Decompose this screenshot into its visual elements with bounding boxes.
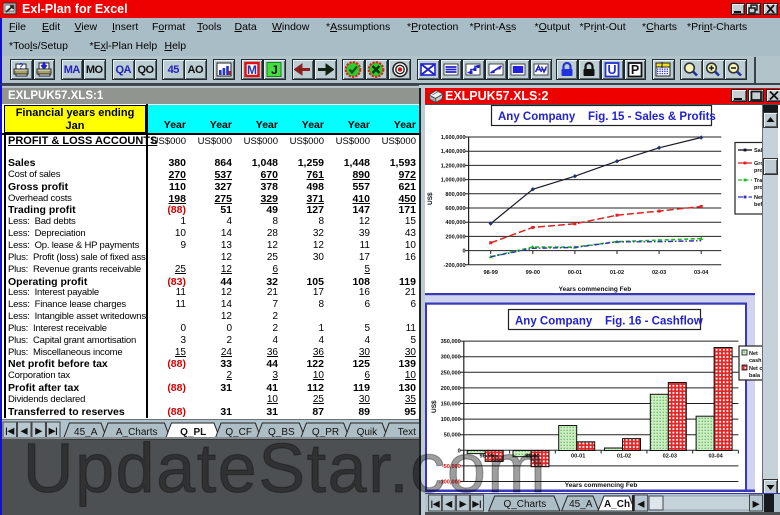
svg-text:02-03: 02-03: [652, 270, 666, 276]
svg-text:Net: Net: [749, 351, 758, 357]
svg-text:J: J: [271, 63, 278, 77]
svg-text:01-02: 01-02: [617, 454, 631, 460]
svg-text:0: 0: [462, 249, 465, 255]
svg-text:Years commencing Feb: Years commencing Feb: [565, 482, 638, 489]
svg-text:1,200,000: 1,200,000: [441, 163, 466, 169]
svg-text:300,000: 300,000: [441, 355, 461, 361]
svg-text:Fig. 15 - Sales & Profits: Fig. 15 - Sales & Profits: [588, 111, 716, 123]
svg-text:02-03: 02-03: [663, 454, 677, 460]
svg-text:200,000: 200,000: [441, 386, 461, 392]
svg-text:US$: US$: [427, 192, 434, 205]
svg-text:P: P: [631, 63, 639, 77]
svg-text:|◀: |◀: [5, 426, 15, 436]
svg-text:100,000: 100,000: [441, 417, 461, 423]
svg-text:1,000,000: 1,000,000: [441, 178, 466, 184]
svg-text:45_A: 45_A: [569, 499, 593, 510]
svg-text:250,000: 250,000: [441, 370, 461, 376]
svg-text:00-01: 00-01: [571, 454, 585, 460]
svg-text:400,000: 400,000: [445, 220, 465, 226]
svg-text:200,000: 200,000: [445, 234, 465, 240]
svg-text:Any Company: Any Company: [498, 111, 576, 123]
svg-text:03-04: 03-04: [708, 454, 723, 460]
svg-text:1,400,000: 1,400,000: [441, 149, 466, 155]
svg-text:Any Company: Any Company: [515, 316, 593, 328]
svg-text:00-01: 00-01: [568, 270, 582, 276]
svg-text:A_Ch: A_Ch: [604, 499, 630, 510]
svg-text:-200,000: -200,000: [444, 263, 466, 269]
svg-text:US$: US$: [431, 400, 438, 413]
svg-text:M: M: [247, 63, 257, 77]
svg-text:01-02: 01-02: [610, 270, 624, 276]
svg-text:Fig. 16 - Cashflow: Fig. 16 - Cashflow: [605, 316, 703, 328]
svg-text:600,000: 600,000: [445, 206, 465, 212]
svg-text:Years commencing Feb: Years commencing Feb: [559, 286, 632, 293]
svg-text:cash: cash: [749, 358, 762, 364]
svg-text:350,000: 350,000: [441, 339, 461, 345]
svg-text:03-04: 03-04: [694, 270, 709, 276]
svg-text:150,000: 150,000: [441, 402, 461, 408]
svg-text:bala: bala: [749, 373, 761, 379]
svg-text:800,000: 800,000: [445, 192, 465, 198]
svg-text:U: U: [608, 63, 617, 77]
svg-text:1,600,000: 1,600,000: [441, 135, 466, 141]
svg-text:Net c: Net c: [749, 366, 762, 372]
svg-text:99-00: 99-00: [526, 270, 540, 276]
svg-text:98-99: 98-99: [484, 270, 498, 276]
